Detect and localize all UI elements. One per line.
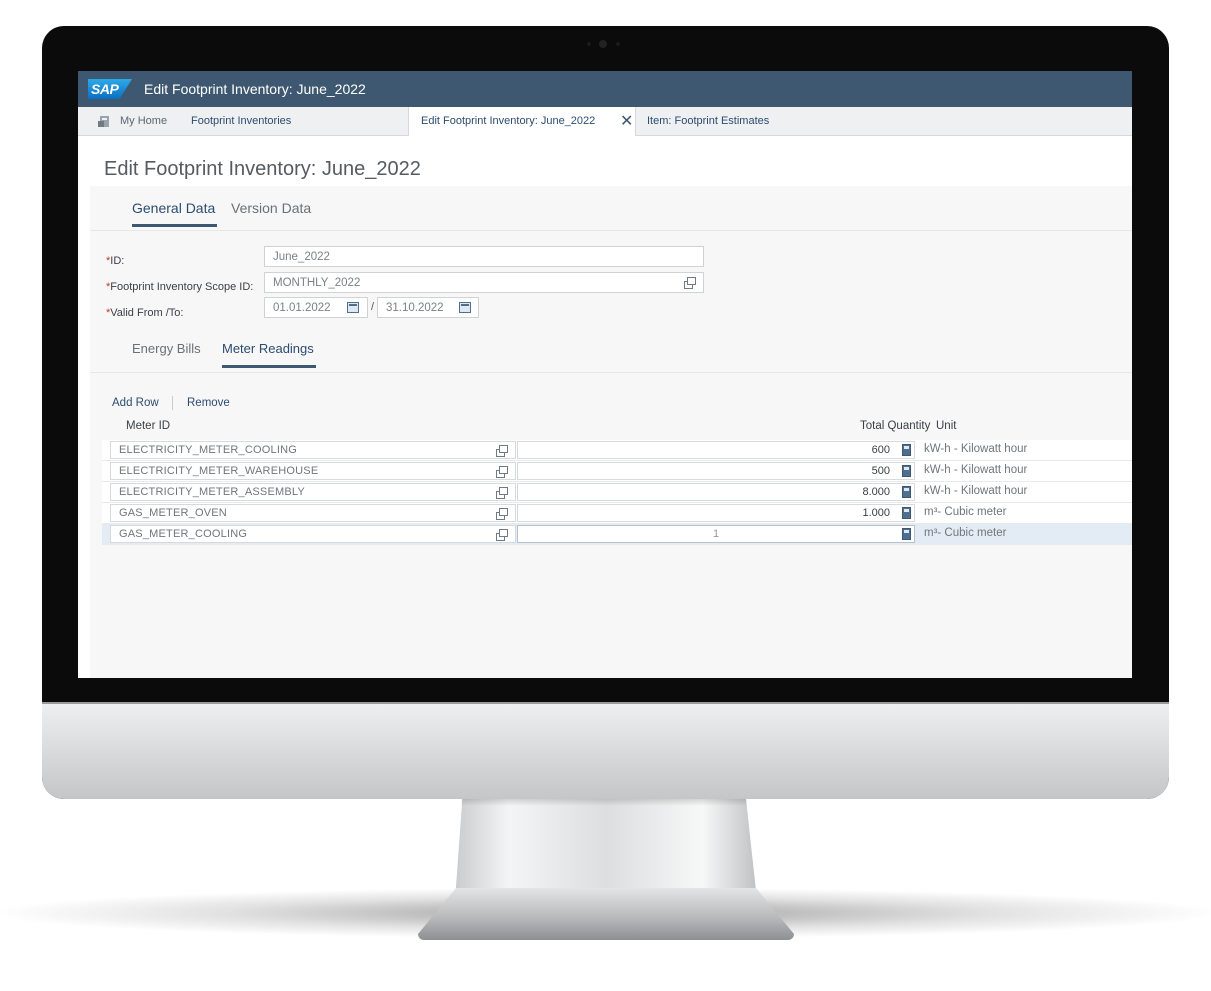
table-row[interactable]: ELECTRICITY_METER_COOLING 600 kW-h - Kil…: [102, 440, 1132, 461]
calculator-icon[interactable]: [902, 444, 911, 456]
id-label: *ID:: [106, 255, 124, 267]
tab-meter-readings[interactable]: Meter Readings: [222, 341, 316, 368]
camera-dot: [587, 42, 591, 46]
calendar-icon[interactable]: [347, 302, 359, 313]
value-help-icon[interactable]: [496, 487, 508, 499]
column-unit: Unit: [936, 420, 957, 432]
scope-label: *Footprint Inventory Scope ID:: [106, 281, 253, 293]
tab-label: Edit Footprint Inventory: June_2022: [421, 115, 596, 127]
table-row[interactable]: ELECTRICITY_METER_WAREHOUSE 500 kW-h - K…: [102, 461, 1132, 482]
remove-button[interactable]: Remove: [187, 397, 230, 409]
close-icon[interactable]: ✕: [620, 111, 633, 131]
camera-dot: [616, 42, 620, 46]
quantity-field[interactable]: 500: [517, 462, 915, 480]
quantity-field[interactable]: 1: [517, 525, 915, 543]
calculator-icon[interactable]: [902, 486, 911, 498]
meter-id-value: GAS_METER_OVEN: [119, 507, 227, 519]
tab-energy-bills[interactable]: Energy Bills: [132, 341, 201, 356]
valid-label-text: Valid From /To:: [110, 307, 184, 319]
table-row[interactable]: ELECTRICITY_METER_ASSEMBLY 8.000 kW-h - …: [102, 482, 1132, 503]
value-help-icon[interactable]: [496, 529, 508, 541]
monitor-stand-neck: [455, 790, 757, 900]
calculator-icon[interactable]: [902, 465, 911, 477]
quantity-field[interactable]: 1.000: [517, 504, 915, 522]
divider: [90, 230, 1132, 231]
scope-value: MONTHLY_2022: [273, 277, 361, 289]
toolbar-separator: [172, 396, 173, 410]
meter-id-field[interactable]: GAS_METER_OVEN: [110, 504, 516, 522]
table-header: Meter ID Total Quantity Unit: [104, 415, 1132, 439]
page-title: Edit Footprint Inventory: June_2022: [104, 158, 421, 180]
column-total-quantity: Total Quantity: [860, 420, 931, 432]
tab-version-data[interactable]: Version Data: [231, 200, 311, 216]
table-row[interactable]: GAS_METER_OVEN 1.000 m³- Cubic meter: [102, 503, 1132, 524]
value-help-icon[interactable]: [496, 466, 508, 478]
meter-id-value: ELECTRICITY_METER_WAREHOUSE: [119, 465, 319, 477]
valid-from-field[interactable]: 01.01.2022: [264, 297, 368, 318]
meter-id-field[interactable]: ELECTRICITY_METER_WAREHOUSE: [110, 462, 516, 480]
quantity-field[interactable]: 600: [517, 441, 915, 459]
calculator-icon[interactable]: [902, 507, 911, 519]
meter-id-field[interactable]: ELECTRICITY_METER_COOLING: [110, 441, 516, 459]
table-row-selected[interactable]: GAS_METER_COOLING 1 m³- Cubic meter: [102, 524, 1132, 545]
value-help-icon[interactable]: [496, 508, 508, 520]
add-row-button[interactable]: Add Row: [112, 397, 159, 409]
valid-from-value: 01.01.2022: [273, 302, 331, 314]
unit-value: kW-h - Kilowatt hour: [924, 485, 1028, 497]
valid-label: *Valid From /To:: [106, 307, 183, 319]
monitor-chin: [42, 702, 1169, 799]
value-help-icon[interactable]: [496, 445, 508, 457]
scope-field[interactable]: MONTHLY_2022: [264, 272, 704, 293]
tab-item-footprint-estimates[interactable]: Item: Footprint Estimates: [647, 115, 769, 127]
date-separator: /: [371, 301, 375, 313]
id-label-text: ID:: [110, 255, 125, 267]
camera: [599, 40, 607, 48]
unit-value: m³- Cubic meter: [924, 506, 1007, 518]
tab-my-home[interactable]: My Home: [120, 115, 167, 127]
unit-value: kW-h - Kilowatt hour: [924, 443, 1028, 455]
tab-general-data[interactable]: General Data: [132, 200, 218, 227]
scope-label-text: Footprint Inventory Scope ID:: [110, 281, 254, 293]
value-help-icon[interactable]: [684, 277, 696, 289]
column-meter-id: Meter ID: [126, 420, 171, 432]
monitor: SAP Edit Footprint Inventory: June_2022 …: [42, 26, 1169, 799]
monitor-stand-base: [418, 888, 794, 940]
unit-value: kW-h - Kilowatt hour: [924, 464, 1028, 476]
quantity-field[interactable]: 8.000: [517, 483, 915, 501]
meter-id-value: GAS_METER_COOLING: [119, 528, 248, 540]
tab-footprint-inventories[interactable]: Footprint Inventories: [191, 115, 291, 127]
screen: SAP Edit Footprint Inventory: June_2022 …: [78, 71, 1132, 678]
meter-id-value: ELECTRICITY_METER_COOLING: [119, 444, 297, 456]
divider: [90, 372, 1132, 373]
valid-to-value: 31.10.2022: [386, 302, 444, 314]
shell-title: Edit Footprint Inventory: June_2022: [144, 81, 366, 97]
valid-to-field[interactable]: 31.10.2022: [377, 297, 479, 318]
id-field[interactable]: June_2022: [264, 246, 704, 267]
meter-id-field[interactable]: ELECTRICITY_METER_ASSEMBLY: [110, 483, 516, 501]
tab-edit-footprint-inventory[interactable]: Edit Footprint Inventory: June_2022: [408, 107, 636, 136]
main-content: Edit Footprint Inventory: June_2022 Gene…: [90, 136, 1132, 678]
home-icon[interactable]: [98, 115, 112, 128]
id-value: June_2022: [273, 251, 330, 263]
calendar-icon[interactable]: [459, 302, 471, 313]
tab-strip: My Home Footprint Inventories Edit Footp…: [78, 107, 1132, 136]
unit-value: m³- Cubic meter: [924, 527, 1007, 539]
shell-bar: SAP Edit Footprint Inventory: June_2022: [78, 71, 1132, 107]
calculator-icon[interactable]: [902, 528, 911, 540]
meter-id-value: ELECTRICITY_METER_ASSEMBLY: [119, 486, 305, 498]
meter-id-field[interactable]: GAS_METER_COOLING: [110, 525, 516, 543]
sap-logo: SAP: [88, 79, 132, 99]
